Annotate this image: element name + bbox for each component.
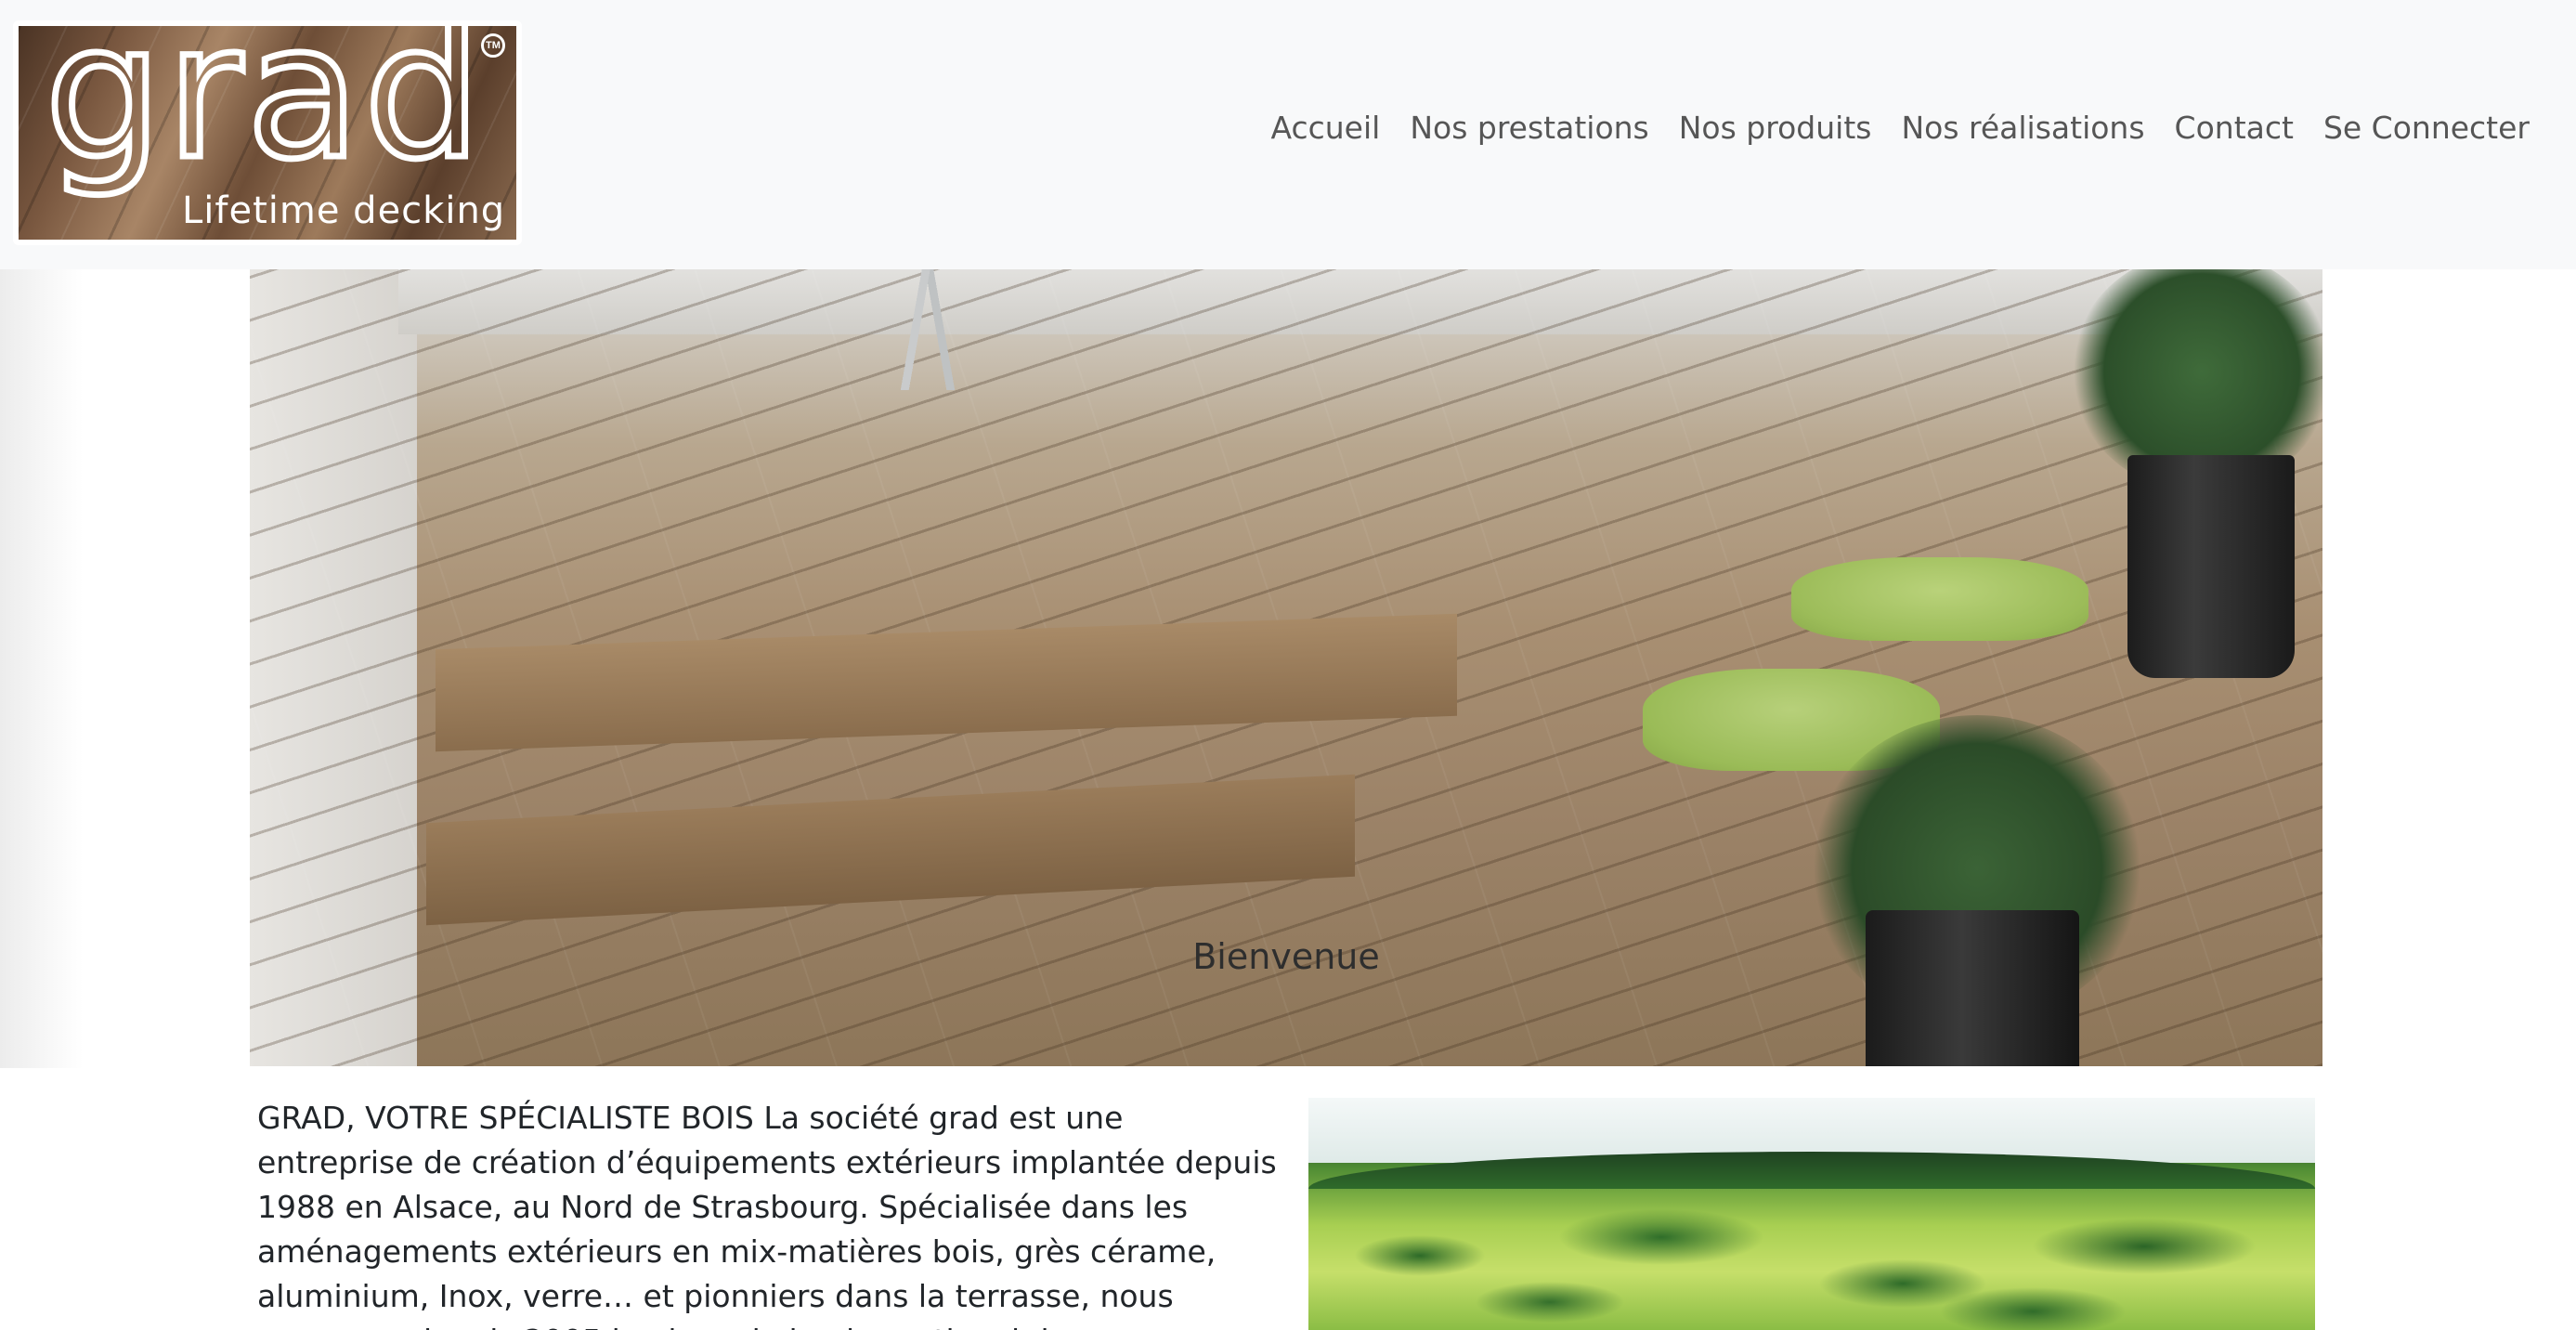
logo-wordmark: grad — [42, 20, 486, 201]
nav-link-nos-prestations[interactable]: Nos prestations — [1395, 110, 1663, 146]
nav-link-contact[interactable]: Contact — [2160, 110, 2309, 146]
intro-paragraph: GRAD, VOTRE SPÉCIALISTE BOIS La société … — [257, 1100, 1277, 1330]
top-navbar: grad TM Lifetime decking Accueil Nos pre… — [0, 0, 2576, 269]
nav-link-nos-produits[interactable]: Nos produits — [1664, 110, 1887, 146]
hero-pot-top — [2127, 455, 2295, 678]
landscape-image — [1308, 1098, 2315, 1330]
brand-logo[interactable]: grad TM Lifetime decking — [13, 20, 522, 245]
nav-link-accueil[interactable]: Accueil — [1255, 110, 1395, 146]
hero-pot-bottom — [1866, 910, 2079, 1066]
hero-cushion-back — [1791, 557, 2088, 641]
trademark-icon: TM — [481, 33, 505, 58]
logo-tagline: Lifetime decking — [182, 189, 506, 232]
page-side-shadow — [0, 269, 84, 1068]
nav-link-nos-realisations[interactable]: Nos réalisations — [1886, 110, 2159, 146]
landscape-trees — [1308, 1098, 2315, 1330]
hero-chair-legs — [733, 269, 1123, 390]
nav-link-se-connecter[interactable]: Se Connecter — [2309, 110, 2544, 146]
main-navigation: Accueil Nos prestations Nos produits Nos… — [1255, 110, 2544, 146]
hero-caption: Bienvenue — [1192, 936, 1380, 977]
hero-carousel-image: Bienvenue — [250, 269, 2322, 1066]
